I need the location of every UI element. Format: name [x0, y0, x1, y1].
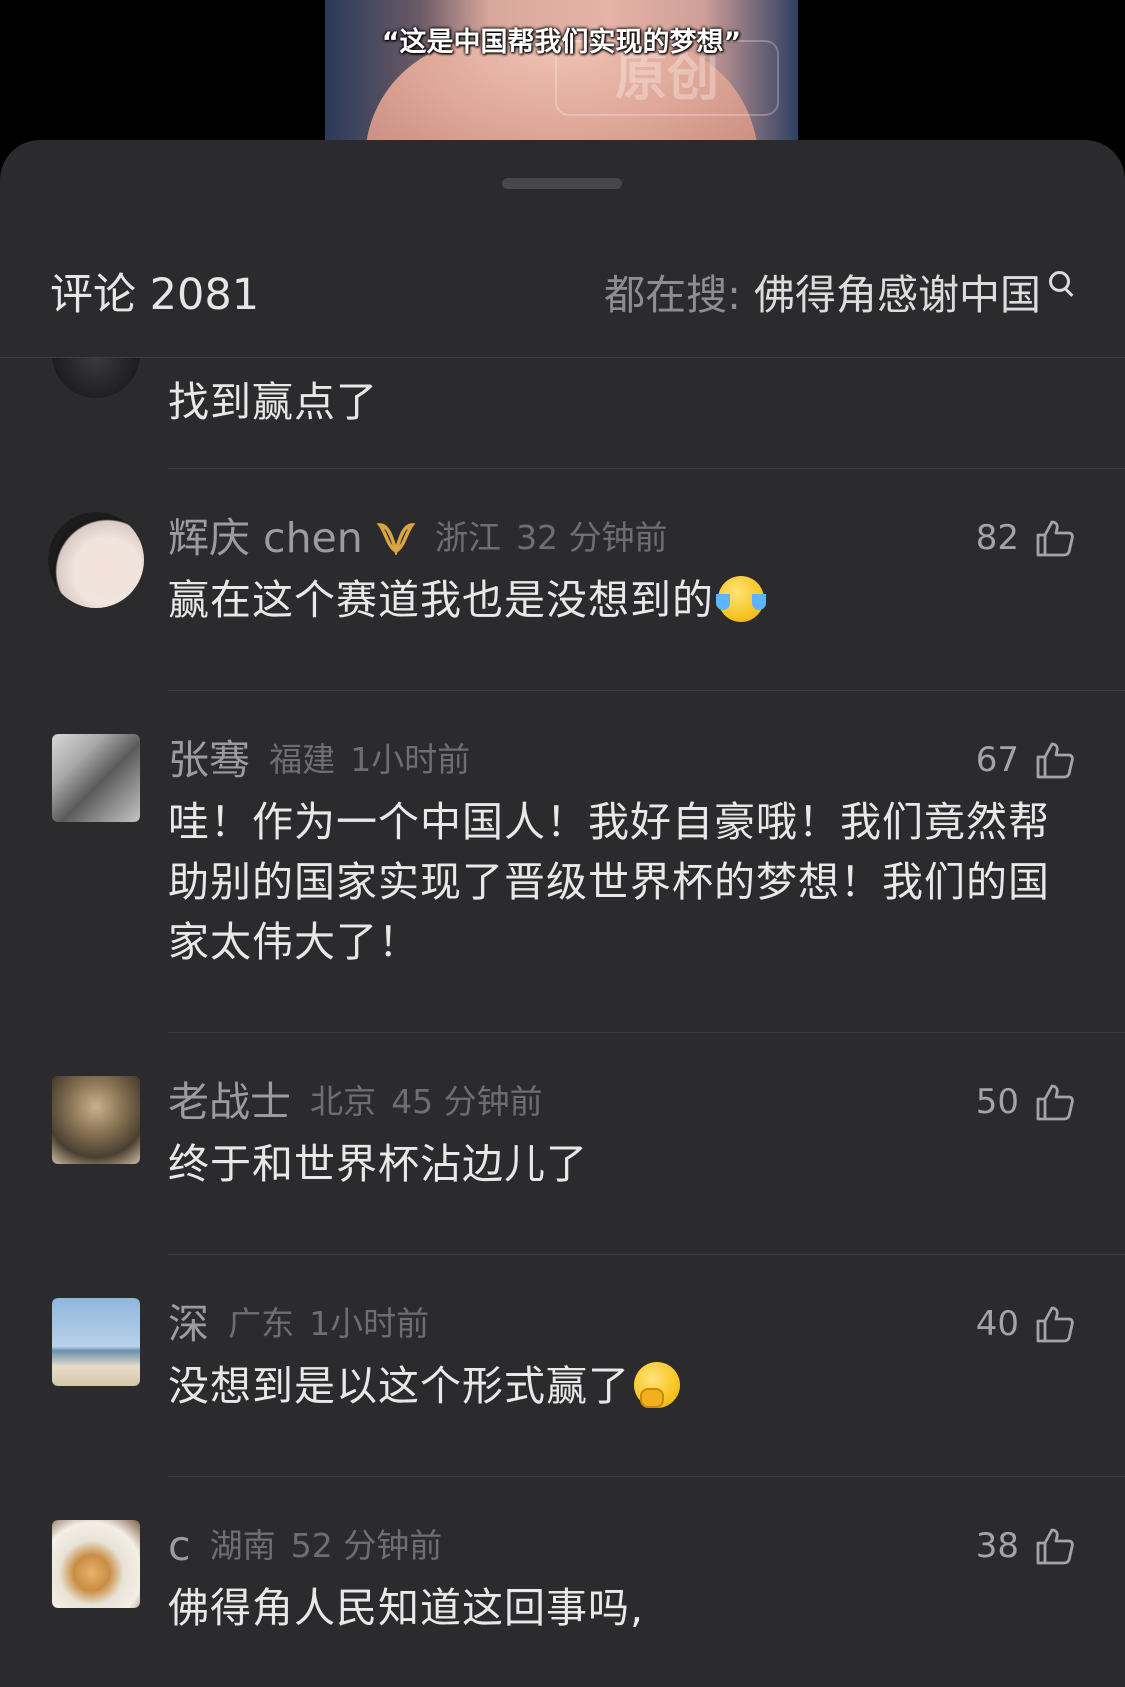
comments-count-title: 评论 2081 — [50, 270, 260, 320]
app-screen: 原创 “这是中国帮我们实现的梦想” 评论 2081 都在搜: 佛得角感谢中国 找… — [0, 0, 1125, 1687]
comment-location: 湖南 — [209, 1526, 276, 1565]
sheet-drag-handle[interactable] — [502, 178, 622, 189]
comment-time: 32 分钟前 — [516, 518, 668, 557]
comment-time: 1小时前 — [350, 740, 471, 779]
like-button[interactable]: 38 — [976, 1518, 1075, 1574]
like-count: 50 — [975, 1082, 1019, 1122]
comment-username[interactable]: 张骞 — [168, 736, 250, 784]
comment-text-content: 没想到是以这个形式赢了 — [168, 1362, 630, 1410]
like-button[interactable]: 40 — [976, 1296, 1075, 1352]
like-count: 82 — [975, 518, 1019, 558]
like-button[interactable]: 82 — [976, 510, 1075, 566]
comment-time: 1小时前 — [309, 1304, 430, 1343]
comment-text: 终于和世界杯沾边儿了 — [168, 1140, 588, 1188]
comment-username[interactable]: c — [168, 1522, 191, 1570]
trending-search-term[interactable]: 佛得角感谢中国 — [754, 271, 1041, 319]
avatar[interactable] — [52, 734, 140, 822]
comment-text: 没想到是以这个形式赢了 — [168, 1356, 1077, 1416]
comment-time: 52 分钟前 — [290, 1526, 443, 1565]
comment-username[interactable]: 深 — [168, 1300, 209, 1348]
like-button[interactable]: 67 — [976, 732, 1075, 788]
avatar[interactable] — [52, 358, 140, 398]
comments-header: 评论 2081 都在搜: 佛得角感谢中国 — [0, 235, 1125, 358]
comment-location: 广东 — [228, 1304, 295, 1343]
comment-item[interactable]: 找到赢点了 — [0, 358, 1125, 469]
comment-item[interactable]: 辉庆 chen 浙江 32 分钟前 82 赢在这个赛道我也是没想到的 — [0, 469, 1125, 691]
video-caption: “这是中国帮我们实现的梦想” — [381, 27, 742, 58]
avatar[interactable] — [48, 512, 144, 608]
thumbs-up-icon[interactable] — [1035, 1082, 1075, 1122]
comment-username[interactable]: 辉庆 chen — [168, 514, 363, 562]
search-icon[interactable] — [1047, 269, 1075, 297]
like-button[interactable]: 50 — [976, 1074, 1075, 1130]
avatar[interactable] — [52, 1298, 140, 1386]
video-thumbnail[interactable]: 原创 “这是中国帮我们实现的梦想” — [325, 0, 798, 145]
comment-item[interactable]: 老战士 北京 45 分钟前 50 终于和世界杯沾边儿了 — [0, 1033, 1125, 1255]
like-count: 67 — [975, 740, 1019, 780]
like-count: 38 — [975, 1526, 1019, 1566]
comment-location: 福建 — [269, 740, 336, 779]
comment-meta: c 湖南 52 分钟前 38 — [168, 1518, 1075, 1574]
comment-item[interactable]: c 湖南 52 分钟前 38 佛得角人民知道这回事吗, — [0, 1477, 1125, 1687]
trending-search-link[interactable]: 都在搜: 佛得角感谢中国 — [604, 265, 1075, 325]
comment-item[interactable]: 深 广东 1小时前 40 没想到是以这个形式赢了 — [0, 1255, 1125, 1477]
comments-sheet: 评论 2081 都在搜: 佛得角感谢中国 找到赢点了 辉庆 chen 浙江 32… — [0, 140, 1125, 1687]
comment-text: 佛得角人民知道这回事吗, — [168, 1584, 645, 1632]
comment-meta: 老战士 北京 45 分钟前 50 — [168, 1074, 1075, 1130]
comment-username[interactable]: 老战士 — [168, 1078, 291, 1126]
thumbs-up-icon[interactable] — [1035, 1526, 1075, 1566]
like-count: 40 — [975, 1304, 1019, 1344]
laughing-crying-emoji-icon — [716, 576, 766, 622]
trending-search-prefix: 都在搜: — [604, 271, 754, 319]
avatar[interactable] — [52, 1520, 140, 1608]
thinking-emoji-icon — [634, 1362, 680, 1408]
thumbs-up-icon[interactable] — [1035, 518, 1075, 558]
avatar[interactable] — [52, 1076, 140, 1164]
comment-location: 浙江 — [434, 518, 501, 557]
comment-meta: 深 广东 1小时前 40 — [168, 1296, 1075, 1352]
thumbs-up-icon[interactable] — [1035, 740, 1075, 780]
comment-item[interactable]: 张骞 福建 1小时前 67 哇！作为一个中国人！我好自豪哦！我们竟然帮助别的国家… — [0, 691, 1125, 1033]
comment-time: 45 分钟前 — [391, 1082, 543, 1121]
comment-meta: 辉庆 chen 浙江 32 分钟前 82 — [168, 510, 1075, 566]
comment-text: 找到赢点了 — [168, 378, 378, 426]
comment-meta: 张骞 福建 1小时前 67 — [168, 732, 1075, 788]
vip-badge-icon — [376, 523, 416, 555]
comment-text-content: 赢在这个赛道我也是没想到的 — [168, 576, 714, 624]
comment-text: 哇！作为一个中国人！我好自豪哦！我们竟然帮助别的国家实现了晋级世界杯的梦想！我们… — [168, 798, 1050, 966]
thumbs-up-icon[interactable] — [1035, 1304, 1075, 1344]
comment-list[interactable]: 找到赢点了 辉庆 chen 浙江 32 分钟前 82 赢在这个赛道我也是没想到的… — [0, 358, 1125, 1687]
comment-location: 北京 — [310, 1082, 377, 1121]
comment-text: 赢在这个赛道我也是没想到的 — [168, 570, 1077, 630]
